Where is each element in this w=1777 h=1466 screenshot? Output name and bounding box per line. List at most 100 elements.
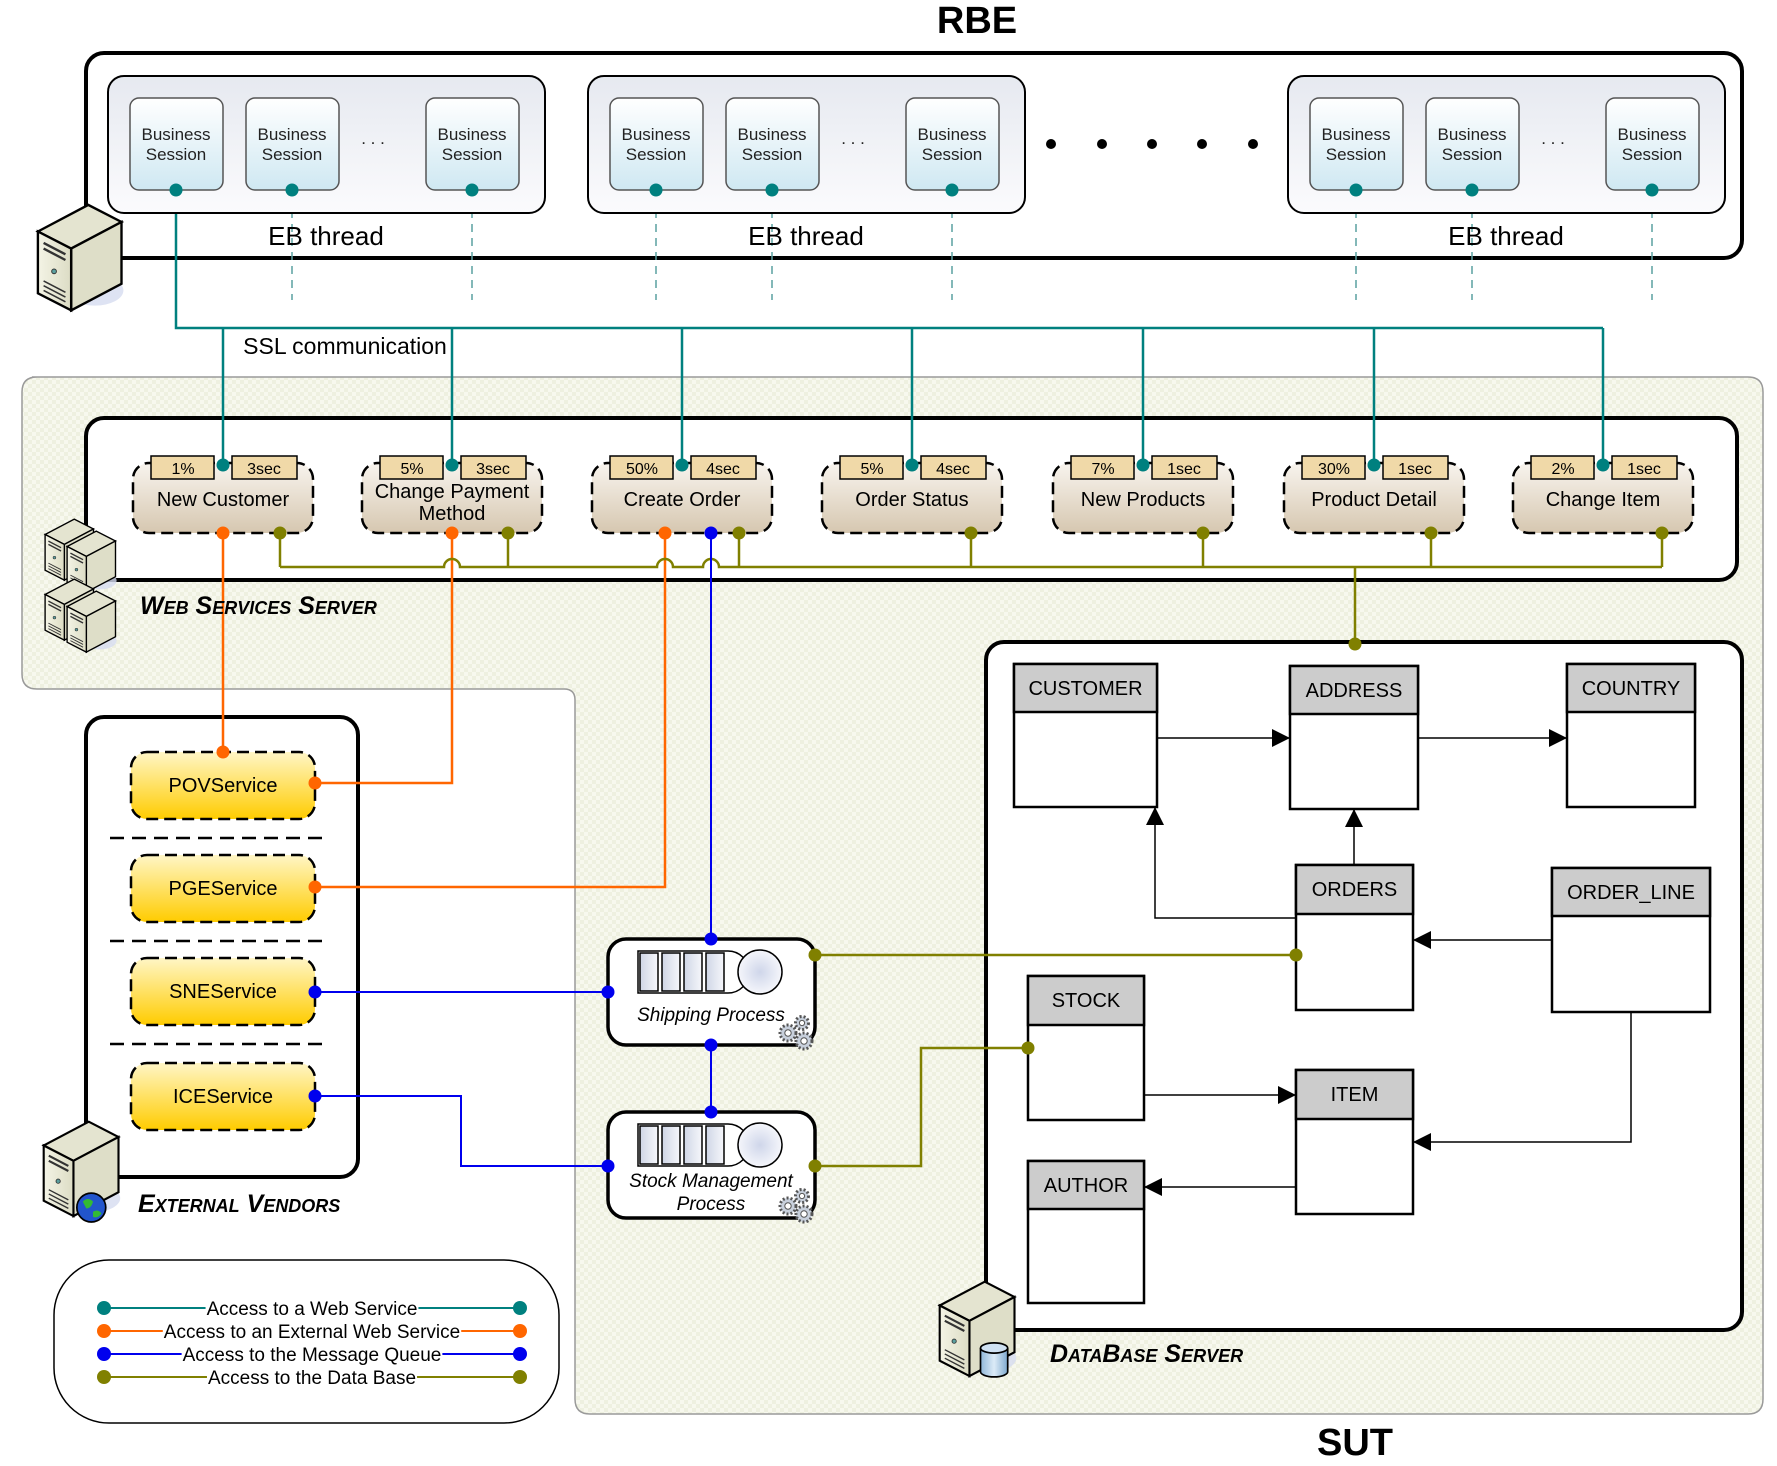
queue-dot [601,1159,615,1173]
external-vendors-label: External Vendors [138,1190,340,1218]
business-session-label: Session [442,145,502,164]
legend-dot-left [97,1370,111,1384]
business-session-box[interactable] [129,97,224,191]
business-session[interactable]: BusinessSession [425,97,520,191]
legend-label: Access to a Web Service [207,1299,418,1320]
server-led [52,615,57,620]
eb-thread-label: EB thread [1448,221,1564,251]
session-connector-dot [465,183,479,197]
queue-cell [661,1125,681,1165]
table-order-line[interactable]: ORDER_LINE [1550,866,1712,1014]
queue-dot [704,932,718,946]
table-author[interactable]: AUTHOR [1026,1159,1146,1305]
table-country[interactable]: COUNTRY [1565,662,1697,809]
session-ellipsis: . . . [1541,129,1565,148]
connector-dot [658,526,672,540]
queue-cell [639,952,659,992]
legend-dot-right [513,1301,527,1315]
queue-dot [601,985,615,999]
legend-dot-left [97,1324,111,1338]
business-session[interactable]: BusinessSession [129,97,224,191]
table-name: ORDERS [1312,879,1398,901]
transaction-name: Method [419,503,486,525]
business-session-box[interactable] [1605,97,1700,191]
business-session-label: Business [142,125,211,144]
group-ellipsis-dot [1147,139,1157,149]
transaction-ws-dot [1367,458,1381,472]
connector-dot [308,880,322,894]
business-session[interactable]: BusinessSession [245,97,340,191]
transaction-name: Product Detail [1311,489,1437,511]
table-name: STOCK [1052,990,1121,1012]
business-session[interactable]: BusinessSession [905,97,1000,191]
service-sneservice[interactable]: SNEService [129,956,317,1027]
business-session-label: Business [1322,125,1391,144]
business-session-box[interactable] [905,97,1000,191]
transaction-name: New Products [1081,489,1206,511]
business-session-label: Business [738,125,807,144]
table-item[interactable]: ITEM [1294,1068,1415,1216]
business-session-box[interactable] [1309,97,1404,191]
gear-hole [800,1037,808,1045]
business-session-box[interactable] [725,97,820,191]
session-connector-dot [765,183,779,197]
database-dot [1021,1041,1035,1055]
think-time: 4sec [936,461,970,478]
think-time: 4sec [706,461,740,478]
business-session-label: Business [438,125,507,144]
think-time: 1sec [1398,461,1432,478]
business-session[interactable]: BusinessSession [1425,97,1520,191]
table-name: COUNTRY [1582,678,1681,700]
service-name: ICEService [173,1086,273,1108]
business-session-box[interactable] [425,97,520,191]
business-session-label: Business [1618,125,1687,144]
group-ellipsis-dot [1197,139,1207,149]
table-customer[interactable]: CUSTOMER [1012,662,1159,809]
mix-percentage: 50% [626,461,658,478]
session-connector-dot [1645,183,1659,197]
process-stock-management-process[interactable]: Stock ManagementProcess [606,1110,817,1224]
service-iceservice[interactable]: ICEService [129,1061,317,1132]
queue-dot [308,1089,322,1103]
business-session-box[interactable] [609,97,704,191]
table-stock[interactable]: STOCK [1026,974,1146,1122]
business-session-box[interactable] [245,97,340,191]
business-session[interactable]: BusinessSession [1605,97,1700,191]
eb-thread-label: EB thread [268,221,384,251]
business-session[interactable]: BusinessSession [1309,97,1404,191]
transaction-name: Order Status [855,489,968,511]
transaction-db-dot [1424,526,1438,540]
globe-icon [76,1192,107,1223]
process-name: Shipping Process [637,1005,785,1026]
transaction-db-dot [1655,526,1669,540]
service-name: POVService [169,775,278,797]
rbe-title: RBE [937,0,1017,42]
table-orders[interactable]: ORDERS [1294,863,1415,1012]
table-address[interactable]: ADDRESS [1288,664,1420,811]
mix-percentage: 1% [171,461,194,478]
business-session-label: Session [262,145,322,164]
server-led [51,268,57,275]
transaction-ws-dot [445,458,459,472]
process-shipping-process[interactable]: Shipping Process [606,937,817,1051]
database-dot [808,1159,822,1173]
business-session-label: Business [918,125,987,144]
transaction-ws-dot [675,458,689,472]
connector-dot [308,776,322,790]
think-time: 3sec [247,461,281,478]
ssl-communication-label: SSL communication [243,333,447,359]
legend-dot-left [97,1301,111,1315]
business-session[interactable]: BusinessSession [725,97,820,191]
service-pgeservice[interactable]: PGEService [129,853,317,924]
sut-title: SUT [1317,1422,1393,1464]
business-session-box[interactable] [1425,97,1520,191]
legend-label: Access to an External Web Service [164,1322,460,1343]
business-session[interactable]: BusinessSession [609,97,704,191]
process-name: Stock Management [629,1171,793,1192]
mix-percentage: 5% [400,461,423,478]
queue-server-circle [737,1122,783,1168]
transaction-name: Change Item [1546,489,1661,511]
external-vendor-server-icon [41,1120,121,1223]
transaction-db-dot [732,526,746,540]
service-povservice[interactable]: POVService [129,750,317,821]
